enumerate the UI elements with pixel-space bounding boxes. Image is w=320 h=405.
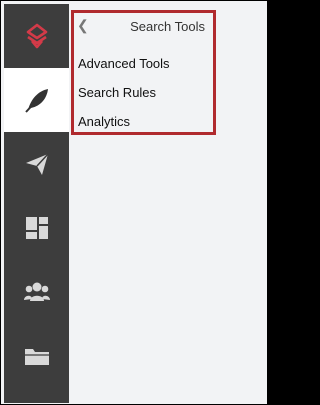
search-tools-menu: ❮ Search Tools Advanced Tools Search Rul…	[71, 10, 216, 135]
menu-item-analytics[interactable]: Analytics	[78, 114, 130, 129]
logo-icon	[26, 23, 47, 49]
rail-item-dashboard[interactable]	[4, 196, 69, 260]
dashboard-icon	[25, 217, 48, 239]
menu-item-advanced-tools[interactable]: Advanced Tools	[78, 56, 170, 71]
rail-item-send[interactable]	[4, 132, 69, 196]
folder-icon	[24, 349, 49, 365]
menu-header: ❮ Search Tools	[74, 13, 213, 41]
users-icon	[23, 282, 50, 301]
app-window: ❮ Search Tools Advanced Tools Search Rul…	[0, 0, 268, 405]
paper-plane-icon	[25, 153, 49, 175]
nav-rail	[4, 4, 69, 403]
rail-item-files[interactable]	[4, 324, 69, 388]
rail-item-team[interactable]	[4, 260, 69, 324]
menu-title: Search Tools	[130, 19, 205, 34]
feather-icon	[24, 89, 48, 113]
rail-item-compose[interactable]	[4, 68, 69, 132]
rail-item-logo[interactable]	[4, 4, 69, 68]
menu-item-search-rules[interactable]: Search Rules	[78, 85, 156, 100]
chevron-left-icon[interactable]: ❮	[77, 17, 89, 33]
